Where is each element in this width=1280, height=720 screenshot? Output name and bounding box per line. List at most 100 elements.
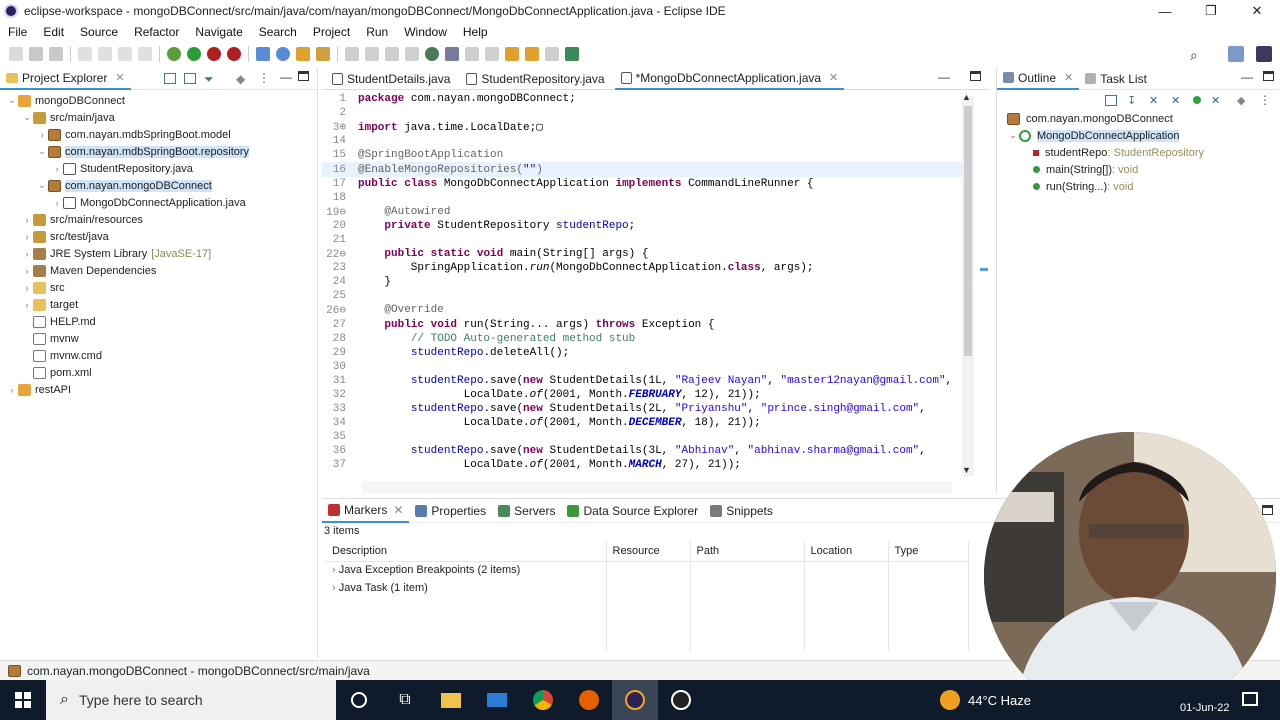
editor-tab[interactable]: StudentDetails.java bbox=[326, 68, 456, 90]
tab-project-explorer[interactable]: Project Explorer ✕ bbox=[0, 67, 131, 90]
code-line[interactable]: 18 bbox=[322, 191, 962, 205]
collapsed-chevron-icon[interactable]: › bbox=[36, 130, 48, 140]
expanded-chevron-icon[interactable]: ⌄ bbox=[6, 95, 18, 106]
browser-icon[interactable] bbox=[425, 47, 439, 61]
maximize-view-icon[interactable] bbox=[1263, 71, 1274, 81]
code-line[interactable]: 29 studentRepo.deleteAll(); bbox=[322, 346, 962, 360]
code-line[interactable]: 2 bbox=[322, 106, 962, 120]
close-icon[interactable]: ✕ bbox=[393, 503, 403, 517]
new-class-icon[interactable] bbox=[276, 47, 290, 61]
tab-properties[interactable]: Properties bbox=[409, 499, 492, 523]
coverage-icon[interactable] bbox=[227, 47, 241, 61]
editor-tab[interactable]: StudentRepository.java bbox=[460, 68, 610, 90]
menu-project[interactable]: Project bbox=[305, 25, 358, 39]
maximize-view-icon[interactable] bbox=[1262, 505, 1273, 515]
collapsed-chevron-icon[interactable]: › bbox=[21, 283, 33, 293]
close-icon[interactable]: ✕ bbox=[1064, 71, 1073, 84]
search-icon[interactable]: ⌕ bbox=[1190, 47, 1198, 64]
tree-item[interactable]: HELP.md bbox=[0, 313, 317, 330]
tree-item[interactable]: pom.xml bbox=[0, 364, 317, 381]
table-row[interactable]: › Java Task (1 item) bbox=[326, 579, 969, 597]
focus-icon[interactable]: ◆ bbox=[1237, 94, 1245, 107]
tab-task-list[interactable]: Task List bbox=[1079, 68, 1153, 90]
expanded-chevron-icon[interactable]: ⌄ bbox=[36, 146, 48, 157]
code-line[interactable]: 17 public class MongoDbConnectApplication… bbox=[322, 177, 962, 191]
editor-vertical-scrollbar[interactable] bbox=[962, 96, 974, 476]
editor-horizontal-scrollbar[interactable] bbox=[362, 481, 952, 493]
skip-breakpoints-icon[interactable] bbox=[78, 47, 92, 61]
view-menu-icon[interactable]: ⋮ bbox=[258, 71, 270, 85]
resume-icon[interactable] bbox=[98, 47, 112, 61]
tab-snippets[interactable]: Snippets bbox=[704, 499, 779, 523]
tree-item[interactable]: mvnw.cmd bbox=[0, 347, 317, 364]
code-line[interactable]: 20 private StudentRepository studentRepo… bbox=[322, 219, 962, 233]
tree-item[interactable]: › Maven Dependencies bbox=[0, 262, 317, 279]
collapsed-chevron-icon[interactable]: › bbox=[51, 164, 63, 174]
tree-item[interactable]: ⌄ src/main/java bbox=[0, 109, 317, 126]
firefox-icon[interactable] bbox=[566, 680, 612, 720]
hide-nonpublic-icon[interactable] bbox=[1193, 96, 1201, 104]
forward-icon[interactable] bbox=[545, 47, 559, 61]
save-all-icon[interactable] bbox=[49, 47, 63, 61]
last-edit-icon[interactable] bbox=[505, 47, 519, 61]
code-line[interactable]: 28 // TODO Auto-generated method stub bbox=[322, 332, 962, 346]
minimize-view-icon[interactable]: — bbox=[280, 70, 292, 84]
close-button[interactable]: ✕ bbox=[1234, 0, 1280, 22]
menu-help[interactable]: Help bbox=[455, 25, 496, 39]
maximize-view-icon[interactable] bbox=[298, 71, 309, 81]
pin-editor-icon[interactable] bbox=[565, 47, 579, 61]
collapsed-chevron-icon[interactable]: › bbox=[21, 249, 33, 259]
code-line[interactable]: 1 package com.nayan.mongoDBConnect; bbox=[322, 92, 962, 106]
menu-search[interactable]: Search bbox=[251, 25, 305, 39]
collapsed-chevron-icon[interactable]: › bbox=[21, 300, 33, 310]
collapse-all-icon[interactable] bbox=[1105, 95, 1117, 106]
tree-item[interactable]: mvnw bbox=[0, 330, 317, 347]
tab-outline[interactable]: Outline ✕ bbox=[997, 67, 1080, 90]
tree-item[interactable]: › src/test/java bbox=[0, 228, 317, 245]
notification-icon[interactable] bbox=[1242, 692, 1258, 706]
suspend-icon[interactable] bbox=[118, 47, 132, 61]
column-header[interactable]: Path bbox=[690, 541, 805, 562]
scroll-up-icon[interactable]: ▲ bbox=[962, 92, 971, 102]
code-line[interactable]: 37 LocalDate.of(2001, Month.MARCH, 27), … bbox=[322, 458, 962, 472]
table-row[interactable]: › Java Exception Breakpoints (2 items) bbox=[326, 561, 969, 579]
editor-tab[interactable]: *MongoDbConnectApplication.java ✕ bbox=[614, 67, 845, 90]
save-icon[interactable] bbox=[29, 47, 43, 61]
tree-item[interactable]: › target bbox=[0, 296, 317, 313]
minimize-button[interactable]: — bbox=[1142, 0, 1188, 22]
tab-markers[interactable]: Markers ✕ bbox=[322, 499, 410, 523]
overview-ruler-mark[interactable] bbox=[980, 268, 988, 271]
maximize-button[interactable]: ❐ bbox=[1188, 0, 1234, 22]
tree-item[interactable]: › StudentRepository.java bbox=[0, 160, 317, 177]
open-type-icon[interactable] bbox=[296, 47, 310, 61]
terminate-icon[interactable] bbox=[138, 47, 152, 61]
outline-item[interactable]: com.nayan.mongoDBConnect bbox=[997, 110, 1280, 127]
collapsed-chevron-icon[interactable]: › bbox=[51, 198, 63, 208]
menu-file[interactable]: File bbox=[0, 25, 35, 39]
collapsed-chevron-icon[interactable]: › bbox=[21, 266, 33, 276]
show-whitespace-icon[interactable] bbox=[405, 47, 419, 61]
run-icon[interactable] bbox=[187, 47, 201, 61]
outline-item[interactable]: main(String[]) : void bbox=[997, 161, 1280, 178]
java-perspective-icon[interactable] bbox=[1256, 46, 1272, 62]
collapsed-chevron-icon[interactable]: › bbox=[332, 582, 339, 594]
code-line[interactable]: 32 LocalDate.of(2001, Month.FEBRUARY, 12… bbox=[322, 388, 962, 402]
menu-run[interactable]: Run bbox=[358, 25, 396, 39]
tree-item[interactable]: › MongoDbConnectApplication.java bbox=[0, 194, 317, 211]
perspective-icon[interactable] bbox=[445, 47, 459, 61]
tree-item[interactable]: ⌄ com.nayan.mdbSpringBoot.repository bbox=[0, 143, 317, 160]
code-line[interactable]: 21 bbox=[322, 233, 962, 247]
tree-item[interactable]: ⌄ mongoDBConnect bbox=[0, 92, 317, 109]
code-line[interactable]: 27 public void run(String... args) throw… bbox=[322, 318, 962, 332]
tree-item[interactable]: ⌄ com.nayan.mongoDBConnect bbox=[0, 177, 317, 194]
hide-local-types-icon[interactable]: ✕ bbox=[1211, 94, 1220, 107]
outline-item[interactable]: run(String...) : void bbox=[997, 178, 1280, 195]
code-line[interactable]: 30 bbox=[322, 360, 962, 374]
weather-widget[interactable]: 44°C Haze bbox=[940, 680, 1031, 720]
chrome-icon[interactable] bbox=[520, 680, 566, 720]
tree-item[interactable]: › src bbox=[0, 279, 317, 296]
close-icon[interactable]: ✕ bbox=[115, 71, 124, 84]
hide-static-icon[interactable]: ✕ bbox=[1171, 94, 1180, 107]
code-line[interactable]: 33 studentRepo.save(new StudentDetails(2… bbox=[322, 402, 962, 416]
code-line[interactable]: 16 @EnableMongoRepositories("") bbox=[322, 162, 962, 177]
